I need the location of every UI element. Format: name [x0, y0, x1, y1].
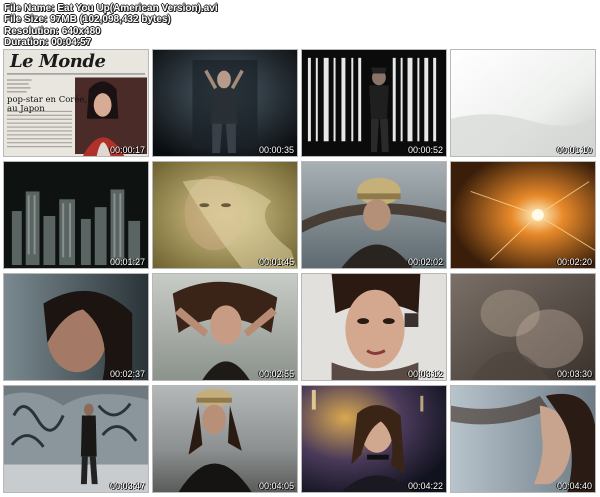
thumbnail-image: [302, 386, 446, 492]
thumbnail-timestamp: 00:02:37: [109, 369, 145, 379]
thumbnail-image: [451, 50, 595, 156]
thumbnail[interactable]: 00:01:27: [3, 161, 149, 269]
file-size-row: File Size: 97MB (102,098,432 bytes): [4, 14, 218, 25]
thumbnail-timestamp: 00:01:27: [109, 257, 145, 267]
thumbnail[interactable]: 00:04:22: [301, 385, 447, 493]
thumbnail-timestamp: 00:02:02: [407, 257, 443, 267]
thumbnail-timestamp: 00:04:40: [556, 481, 592, 491]
thumbnail-image: [153, 274, 297, 380]
file-name-value: Eat You Up(American Version).avi: [57, 3, 218, 14]
newspaper-headline: pop-star en Corée, au Japon: [7, 96, 87, 114]
thumbnail-timestamp: 00:01:45: [258, 257, 294, 267]
thumbnail-image: [153, 386, 297, 492]
thumbnail-timestamp: 00:04:05: [258, 481, 294, 491]
thumbnail[interactable]: 00:01:45: [152, 161, 298, 269]
thumbnail-timestamp: 00:03:12: [407, 369, 443, 379]
thumbnail[interactable]: 00:00:52: [301, 49, 447, 157]
thumbnail[interactable]: Le Monde pop-star en Corée, au Japon 00:…: [3, 49, 149, 157]
headline-line-2: au Japon: [7, 104, 45, 114]
thumbnail[interactable]: 00:00:35: [152, 49, 298, 157]
thumbnail-timestamp: 00:00:17: [109, 145, 145, 155]
file-name-label: File Name:: [4, 3, 55, 14]
thumbnail[interactable]: 00:02:02: [301, 161, 447, 269]
duration-row: Duration: 00:04:57: [4, 37, 218, 48]
thumbnail-timestamp: 00:01:10: [556, 145, 592, 155]
thumbnail[interactable]: 00:03:12: [301, 273, 447, 381]
thumbnail-image: [4, 386, 148, 492]
duration-value: 00:04:57: [51, 37, 92, 49]
thumbnail-timestamp: 00:00:52: [407, 145, 443, 155]
file-size-label: File Size:: [4, 14, 48, 26]
thumbnail[interactable]: 00:02:20: [450, 161, 596, 269]
thumbnail-image: [451, 162, 595, 268]
thumbnail-image: [153, 50, 297, 156]
file-size-value: 97MB (102,098,432 bytes): [50, 14, 171, 26]
thumbnail-timestamp: 00:00:35: [258, 145, 294, 155]
resolution-row: Resolution: 640x480: [4, 26, 218, 37]
thumbnail-timestamp: 00:02:55: [258, 369, 294, 379]
thumbnail-timestamp: 00:03:30: [556, 369, 592, 379]
duration-label: Duration:: [4, 37, 49, 49]
thumbnail-grid: Le Monde pop-star en Corée, au Japon 00:…: [3, 49, 597, 494]
thumbnail-image: [302, 274, 446, 380]
file-info-header: File Name: Eat You Up(American Version).…: [4, 3, 218, 49]
resolution-value: 640x480: [61, 25, 101, 37]
thumbnail-image: [451, 386, 595, 492]
thumbnail[interactable]: 00:02:37: [3, 273, 149, 381]
thumbnail[interactable]: 00:03:47: [3, 385, 149, 493]
thumbnail-image: [302, 162, 446, 268]
thumbnail-image: [153, 162, 297, 268]
thumbnail-timestamp: 00:03:47: [109, 481, 145, 491]
thumbnail-timestamp: 00:04:22: [407, 481, 443, 491]
thumbnail-image: [302, 50, 446, 156]
thumbnail-timestamp: 00:02:20: [556, 257, 592, 267]
resolution-label: Resolution:: [4, 25, 59, 37]
thumbnail[interactable]: 00:04:05: [152, 385, 298, 493]
thumbnail[interactable]: 00:04:40: [450, 385, 596, 493]
thumbnail-image: [4, 274, 148, 380]
thumbnail-image: [4, 162, 148, 268]
newspaper-masthead: Le Monde: [10, 51, 106, 72]
thumbnail[interactable]: 00:02:55: [152, 273, 298, 381]
thumbnail[interactable]: 00:03:30: [450, 273, 596, 381]
thumbnail-image: [451, 274, 595, 380]
thumbnail[interactable]: 00:01:10: [450, 49, 596, 157]
file-name-row: File Name: Eat You Up(American Version).…: [4, 3, 218, 14]
